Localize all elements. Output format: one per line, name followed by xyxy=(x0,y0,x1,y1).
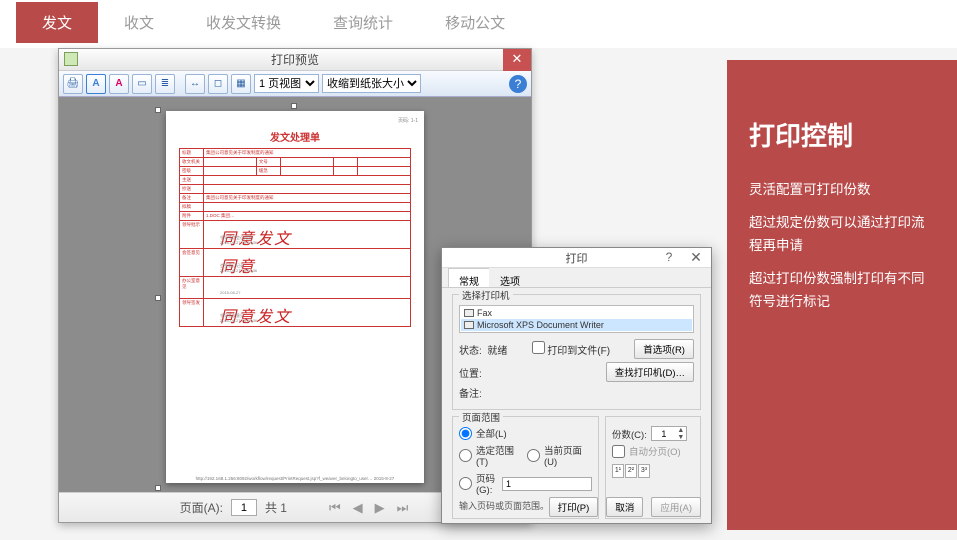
side-line: 超过规定份数可以通过打印流程再申请 xyxy=(749,212,935,258)
dialog-tabs: 常规 选项 xyxy=(442,268,711,288)
note-label: 备注: xyxy=(459,385,482,400)
collate-label: 自动分页(O) xyxy=(629,444,681,458)
printer-list[interactable]: Fax Microsoft XPS Document Writer xyxy=(459,305,694,333)
next-page-icon[interactable]: ▶ xyxy=(373,500,387,516)
copies-label: 份数(C): xyxy=(612,427,647,441)
group-title: 页面范围 xyxy=(459,410,503,424)
app-icon xyxy=(64,52,78,66)
range-all-radio[interactable] xyxy=(459,427,472,440)
prev-page-icon[interactable]: ◀ xyxy=(351,500,365,516)
range-cur-radio[interactable] xyxy=(527,449,540,462)
tab-stats[interactable]: 查询统计 xyxy=(307,2,419,43)
headers-icon[interactable]: ≣ xyxy=(155,74,175,94)
preview-titlebar[interactable]: 打印预览 ✕ xyxy=(59,49,531,71)
print-button[interactable]: 打印(P) xyxy=(549,497,599,517)
print-titlebar[interactable]: 打印 ? ✕ xyxy=(442,248,711,268)
chevron-up-icon[interactable]: ▲▼ xyxy=(676,427,686,441)
tab-options[interactable]: 选项 xyxy=(489,268,531,287)
zoom-select[interactable]: 收缩到纸张大小 xyxy=(322,74,421,93)
form-table: 标题集团公司意见关于印发制度的通知 收文机关文号 密级缓急 主送 抄送 备注集团… xyxy=(179,148,411,327)
page-corner: 页码: 1-1 xyxy=(398,117,418,124)
full-page-icon[interactable]: ◻ xyxy=(208,74,228,94)
portrait-icon[interactable]: A xyxy=(86,74,106,94)
collate-illustration: 1¹2²3³ xyxy=(612,464,650,478)
page-input[interactable] xyxy=(231,499,257,516)
print-title: 打印 xyxy=(566,250,588,266)
printer-group: 选择打印机 Fax Microsoft XPS Document Writer … xyxy=(452,294,701,410)
copies-stepper[interactable]: ▲▼ xyxy=(651,426,687,441)
list-item[interactable]: Fax xyxy=(461,307,692,319)
view-select[interactable]: 1 页视图 xyxy=(254,74,319,93)
close-icon[interactable]: ✕ xyxy=(681,248,711,268)
page-setup-icon[interactable]: ▭ xyxy=(132,74,152,94)
first-page-icon[interactable]: ⏮ xyxy=(327,500,343,516)
print-icon[interactable]: 🖨 xyxy=(63,74,83,94)
side-panel: 打印控制 灵活配置可打印份数 超过规定份数可以通过打印流程再申请 超过打印份数强… xyxy=(727,60,957,530)
print-dialog: 打印 ? ✕ 常规 选项 选择打印机 Fax Microsoft XPS Doc… xyxy=(441,247,712,524)
side-line: 超过打印份数强制打印有不同符号进行标记 xyxy=(749,268,935,314)
side-line: 灵活配置可打印份数 xyxy=(749,179,935,202)
tab-convert[interactable]: 收发文转换 xyxy=(180,2,307,43)
range-pages-radio[interactable] xyxy=(459,477,472,490)
page-total: 共 1 xyxy=(265,499,287,516)
form-title: 发文处理单 xyxy=(179,129,411,144)
page-label: 页面(A): xyxy=(180,499,223,516)
printer-icon xyxy=(464,321,474,329)
print-to-file-label: 打印到文件(F) xyxy=(547,346,610,357)
range-pages-label: 页码(G): xyxy=(476,471,498,496)
side-title: 打印控制 xyxy=(749,116,935,153)
range-sel-radio[interactable] xyxy=(459,449,472,462)
preview-title: 打印预览 xyxy=(271,51,319,68)
dialog-body: 选择打印机 Fax Microsoft XPS Document Writer … xyxy=(442,288,711,531)
status-label: 状态: xyxy=(459,346,482,357)
full-width-icon[interactable]: ↔ xyxy=(185,74,205,94)
preferences-button[interactable]: 首选项(R) xyxy=(634,339,694,359)
list-item[interactable]: Microsoft XPS Document Writer xyxy=(461,319,692,331)
last-page-icon[interactable]: ⏭ xyxy=(395,500,411,516)
find-printer-button[interactable]: 查找打印机(D)… xyxy=(606,362,694,382)
collate-checkbox[interactable] xyxy=(612,445,625,458)
multi-page-icon[interactable]: ▦ xyxy=(231,74,251,94)
range-all-label: 全部(L) xyxy=(476,426,507,440)
apply-button[interactable]: 应用(A) xyxy=(651,497,701,517)
location-label: 位置: xyxy=(459,365,482,380)
dialog-footer: 打印(P) 取消 应用(A) xyxy=(549,497,701,517)
range-input[interactable] xyxy=(502,477,592,491)
range-sel-label: 选定范围(T) xyxy=(476,443,523,468)
tab-mobile[interactable]: 移动公文 xyxy=(419,2,531,43)
tab-general[interactable]: 常规 xyxy=(448,268,490,287)
cancel-button[interactable]: 取消 xyxy=(606,497,643,517)
tab-send[interactable]: 发文 xyxy=(16,2,98,43)
print-to-file-checkbox[interactable] xyxy=(532,341,545,354)
landscape-icon[interactable]: A xyxy=(109,74,129,94)
preview-page: 页码: 1-1 发文处理单 标题集团公司意见关于印发制度的通知 收文机关文号 密… xyxy=(166,111,424,483)
help-icon[interactable]: ? xyxy=(509,75,527,93)
copies-input[interactable] xyxy=(652,429,676,439)
range-cur-label: 当前页面(U) xyxy=(544,443,592,468)
printer-icon xyxy=(464,309,474,317)
preview-toolbar: 🖨 A A ▭ ≣ ↔ ◻ ▦ 1 页视图 收缩到纸张大小 ? xyxy=(59,71,531,97)
close-icon[interactable]: ✕ xyxy=(503,49,531,71)
group-title: 选择打印机 xyxy=(459,288,513,302)
top-nav: 发文 收文 收发文转换 查询统计 移动公文 xyxy=(0,0,957,48)
footer-url: http://192.168.1.256:8092/workflow/reque… xyxy=(166,476,424,481)
tab-receive[interactable]: 收文 xyxy=(98,2,180,43)
help-icon[interactable]: ? xyxy=(657,248,681,268)
status-value: 就绪 xyxy=(487,346,507,357)
